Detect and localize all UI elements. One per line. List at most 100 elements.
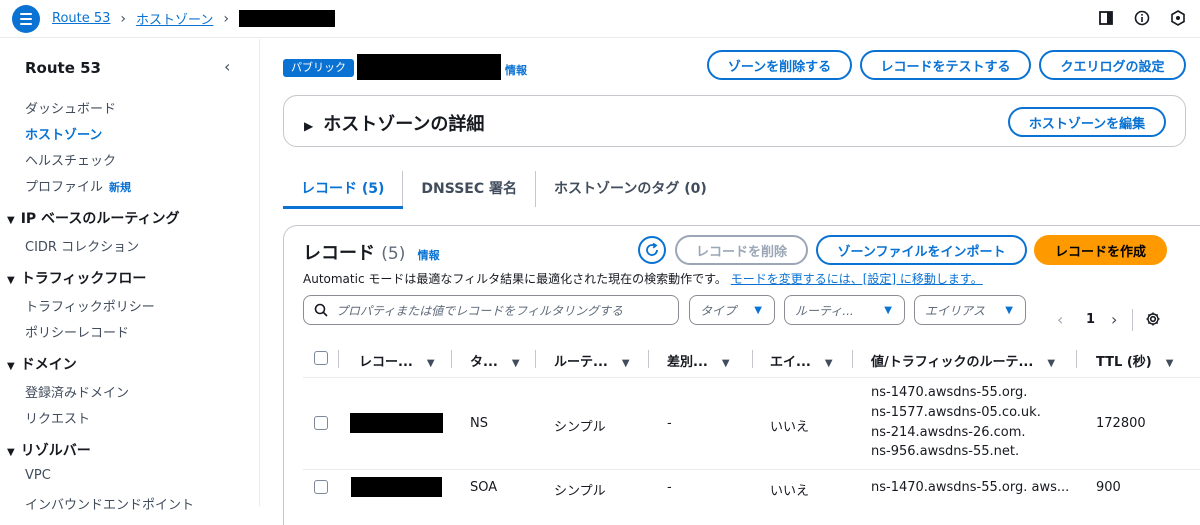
- sidebar-item-policy-records[interactable]: ポリシーレコード: [25, 322, 129, 341]
- tab-records[interactable]: レコード (5): [283, 171, 404, 207]
- column-header-differentiator[interactable]: 差別... ▼: [667, 351, 730, 370]
- info-icon[interactable]: [1132, 8, 1152, 28]
- sort-icon: ▼: [824, 358, 833, 369]
- sidebar-item-cidr[interactable]: CIDR コレクション: [25, 236, 139, 255]
- records-count: (5): [381, 244, 406, 264]
- test-record-button[interactable]: レコードをテストする: [860, 50, 1031, 80]
- breadcrumb-route53[interactable]: Route 53: [52, 11, 110, 26]
- row-checkbox[interactable]: [314, 416, 328, 430]
- edit-hosted-zone-button[interactable]: ホストゾーンを編集: [1008, 107, 1166, 137]
- record-alias: いいえ: [770, 484, 810, 499]
- record-type: NS: [470, 416, 488, 431]
- delete-zone-button[interactable]: ゾーンを削除する: [707, 50, 852, 80]
- refresh-button[interactable]: [638, 236, 666, 264]
- record-ttl: 172800: [1096, 416, 1146, 431]
- column-separator: [451, 350, 452, 368]
- column-header-record-name[interactable]: レコー... ▼: [359, 351, 435, 370]
- hosted-zone-details-panel: ▶ ホストゾーンの詳細 ホストゾーンを編集: [283, 95, 1186, 147]
- info-link[interactable]: 情報: [505, 62, 527, 78]
- row-checkbox[interactable]: [314, 480, 328, 494]
- sidebar: Route 53 ‹ ダッシュボード ホストゾーン ヘルスチェック プロファイル…: [0, 39, 260, 513]
- sidebar-item-profiles[interactable]: プロファイル 新規: [25, 176, 131, 195]
- new-badge: 新規: [109, 181, 132, 194]
- routing-filter-select[interactable]: ルーティ... ▼: [784, 295, 905, 325]
- collapse-icon[interactable]: ‹: [224, 57, 230, 76]
- refresh-icon: [646, 242, 658, 256]
- triangle-down-icon: ▼: [7, 361, 15, 372]
- type-filter-select[interactable]: タイプ ▼: [689, 295, 775, 325]
- sidebar-item-traffic-policies[interactable]: トラフィックポリシー: [25, 296, 155, 315]
- select-all-checkbox[interactable]: [314, 351, 328, 365]
- chevron-right-icon: ›: [223, 10, 229, 27]
- triangle-right-icon: ▶: [304, 119, 314, 133]
- column-separator: [338, 350, 339, 368]
- alias-filter-select[interactable]: エイリアス ▼: [914, 295, 1026, 325]
- import-zone-file-button[interactable]: ゾーンファイルをインポート: [816, 235, 1027, 265]
- column-header-value[interactable]: 値/トラフィックのルーテ... ▼: [871, 351, 1055, 370]
- column-header-ttl[interactable]: TTL (秒) ▼: [1096, 351, 1173, 370]
- menu-icon[interactable]: [12, 4, 40, 33]
- records-search-input[interactable]: プロパティまたは値でレコードをフィルタリングする: [303, 295, 679, 325]
- record-type: SOA: [470, 480, 498, 495]
- sidebar-item-vpc[interactable]: VPC: [25, 468, 51, 483]
- page-number[interactable]: 1: [1086, 312, 1095, 327]
- column-header-type[interactable]: タ... ▼: [470, 351, 520, 370]
- triangle-down-icon: ▼: [7, 215, 15, 226]
- records-info-link[interactable]: 情報: [418, 249, 440, 262]
- settings-gear-icon[interactable]: [1145, 311, 1161, 331]
- sidebar-item-inbound-endpoints[interactable]: インバウンドエンドポイント: [25, 494, 194, 513]
- create-record-button[interactable]: レコードを作成: [1034, 235, 1167, 265]
- sidebar-item-dashboard[interactable]: ダッシュボード: [25, 98, 116, 117]
- caret-down-icon: ▼: [754, 305, 762, 316]
- record-value: ns-1470.awsdns-55.org. aws...: [871, 480, 1070, 495]
- record-value: ns-1577.awsdns-05.co.uk.: [871, 405, 1041, 420]
- sort-icon: ▼: [1165, 358, 1174, 369]
- breadcrumb-hosted-zones[interactable]: ホストゾーン: [136, 9, 213, 28]
- sidebar-section-resolver[interactable]: ▼ リゾルバー: [7, 440, 91, 460]
- tab-bar: レコード (5) DNSSEC 署名 ホストゾーンのタグ (0): [283, 169, 725, 209]
- sidebar-section-ip-routing[interactable]: ▼ IP ベースのルーティング: [7, 208, 180, 228]
- sidebar-item-health-checks[interactable]: ヘルスチェック: [25, 150, 116, 169]
- tab-dnssec[interactable]: DNSSEC 署名: [403, 171, 537, 207]
- public-badge: パブリック: [283, 59, 354, 77]
- main-content: パブリック 情報 ゾーンを削除する レコードをテストする クエリログの設定 ▶ ホ…: [261, 39, 1200, 525]
- search-mode-note: Automatic モードは最適なフィルタ結果に最適化された現在の検索動作です。…: [303, 272, 983, 286]
- next-page-icon[interactable]: ›: [1111, 310, 1117, 329]
- records-title: レコード (5) 情報: [303, 243, 440, 264]
- prev-page-icon[interactable]: ‹: [1057, 310, 1063, 329]
- row-divider: [303, 469, 1200, 470]
- redacted-record-name: [350, 413, 443, 433]
- sidebar-title: Route 53: [25, 59, 101, 77]
- panel-icon[interactable]: [1096, 8, 1116, 28]
- record-alias: いいえ: [770, 420, 810, 435]
- details-header[interactable]: ▶ ホストゾーンの詳細: [304, 110, 484, 136]
- sort-icon: ▼: [721, 358, 730, 369]
- divider: [1132, 309, 1133, 331]
- delete-record-button[interactable]: レコードを削除: [675, 235, 808, 265]
- sidebar-section-domains[interactable]: ▼ ドメイン: [7, 354, 77, 374]
- query-log-button[interactable]: クエリログの設定: [1039, 50, 1186, 80]
- tab-tags[interactable]: ホストゾーンのタグ (0): [536, 171, 725, 207]
- record-routing: シンプル: [554, 420, 606, 435]
- sidebar-item-hosted-zones[interactable]: ホストゾーン: [25, 124, 102, 143]
- sidebar-item-registered-domains[interactable]: 登録済みドメイン: [25, 382, 129, 401]
- sidebar-section-traffic-flow[interactable]: ▼ トラフィックフロー: [7, 268, 146, 288]
- change-mode-link[interactable]: モードを変更するには、[設定] に移動します。: [731, 272, 983, 286]
- column-header-alias[interactable]: エイ... ▼: [770, 351, 833, 370]
- column-header-routing[interactable]: ルーテ... ▼: [554, 351, 630, 370]
- record-ttl: 900: [1096, 480, 1121, 495]
- active-tab-indicator: [283, 206, 403, 209]
- sidebar-item-label: プロファイル: [25, 180, 104, 195]
- column-separator: [648, 350, 649, 368]
- triangle-down-icon: ▼: [7, 447, 15, 458]
- column-separator: [852, 350, 853, 368]
- redacted-zone-name: [239, 10, 335, 27]
- security-icon[interactable]: [1168, 8, 1188, 28]
- redacted-record-name: [351, 477, 442, 497]
- column-separator: [535, 350, 536, 368]
- sidebar-item-requests[interactable]: リクエスト: [25, 408, 90, 427]
- top-navigation: Route 53 › ホストゾーン ›: [0, 0, 1200, 38]
- record-differentiator: -: [667, 480, 672, 495]
- record-value: ns-956.awsdns-55.net.: [871, 444, 1020, 459]
- record-value: ns-214.awsdns-26.com.: [871, 425, 1026, 440]
